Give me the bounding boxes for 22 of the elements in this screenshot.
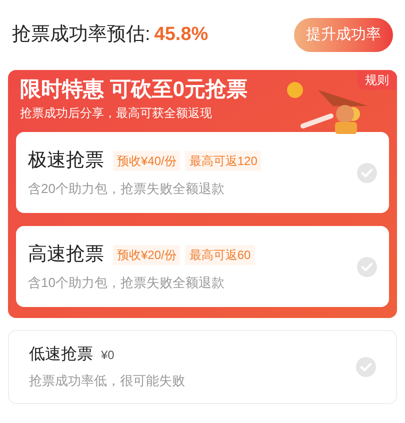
option-description: 含10个助力包，抢票失败全额退款	[28, 274, 226, 292]
success-rate-label: 抢票成功率预估:	[12, 22, 150, 47]
option-description: 抢票成功率低，很可能失败	[29, 372, 185, 390]
success-rate-value: 45.8%	[154, 22, 208, 47]
option-price: ¥0	[101, 347, 114, 364]
speed-option-card[interactable]: 极速抢票 预收¥40/份 最高可返120 含20个助力包，抢票失败全额退款	[16, 132, 389, 213]
option-name: 低速抢票	[29, 344, 93, 366]
option-tag: 最高可返120	[185, 150, 262, 171]
rules-link[interactable]: 规则	[357, 70, 397, 90]
promo-title: 限时特惠 可砍至0元抢票	[19, 77, 249, 103]
option-tag: 最高可返60	[185, 244, 255, 265]
option-description: 含20个助力包，抢票失败全额退款	[28, 180, 226, 198]
speed-option-card[interactable]: 高速抢票 预收¥20/份 最高可返60 含10个助力包，抢票失败全额退款	[16, 226, 389, 307]
option-name: 高速抢票	[28, 242, 104, 266]
speed-option-card[interactable]: 低速抢票 ¥0 抢票成功率低，很可能失败	[8, 330, 397, 404]
check-icon[interactable]	[356, 357, 376, 377]
option-tag: 预收¥20/份	[113, 244, 180, 265]
check-icon[interactable]	[357, 162, 377, 182]
promo-subtitle: 抢票成功后分享，最高可获全额返现	[19, 105, 213, 122]
option-name: 极速抢票	[28, 148, 104, 172]
check-icon[interactable]	[357, 256, 377, 276]
option-tag: 预收¥40/份	[113, 150, 180, 171]
